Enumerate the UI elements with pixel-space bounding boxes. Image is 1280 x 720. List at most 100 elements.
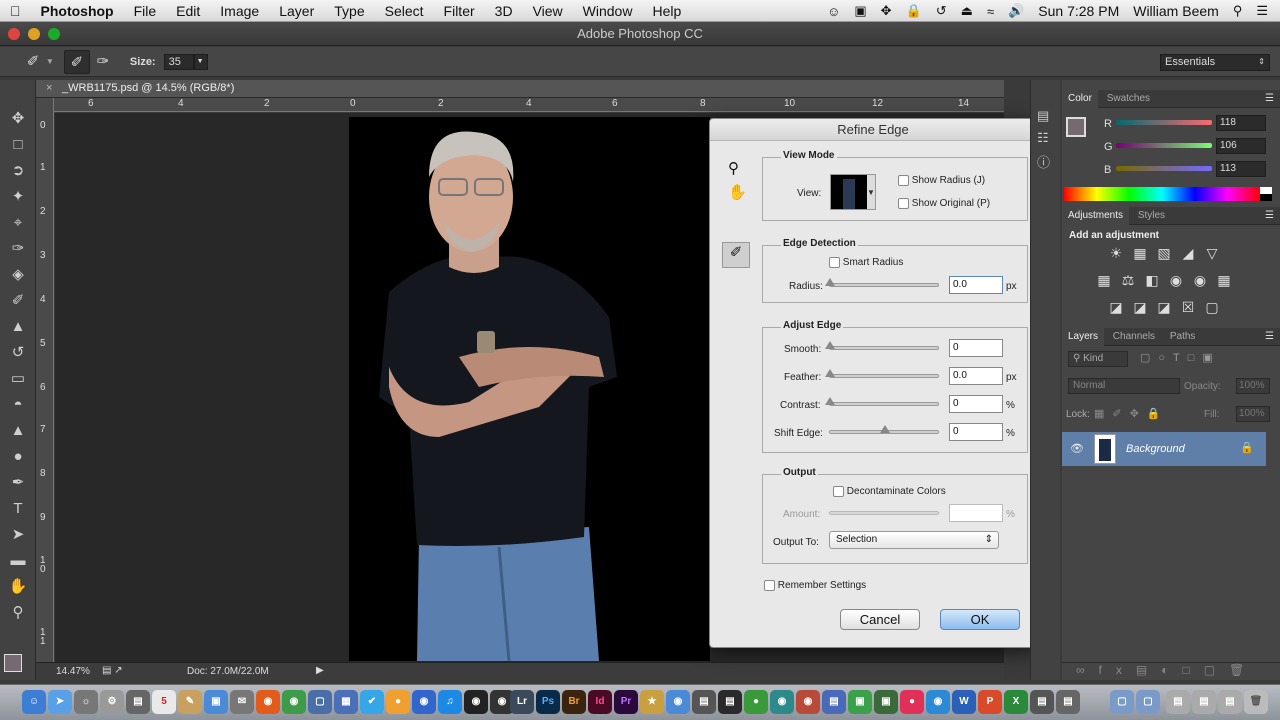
finder-folder-icon[interactable]: ▢	[308, 690, 332, 714]
g-slider[interactable]	[1116, 143, 1212, 148]
play-icon[interactable]: ▶	[316, 665, 324, 676]
eraser-tool-icon[interactable]: ▭	[4, 366, 32, 392]
levels-icon[interactable]: ▦	[1130, 245, 1150, 262]
spotlight-icon[interactable]: ⚲	[1233, 3, 1243, 19]
document-stack-icon[interactable]: ▤	[1192, 690, 1216, 714]
type-tool-icon[interactable]: T	[4, 496, 32, 522]
menu-edit[interactable]: Edit	[166, 3, 210, 19]
time-machine-icon[interactable]: ↺	[936, 3, 947, 19]
ok-button[interactable]: OK	[940, 609, 1020, 630]
menu-select[interactable]: Select	[375, 3, 434, 19]
decontaminate-option[interactable]: Decontaminate Colors	[833, 486, 946, 497]
show-radius-checkbox[interactable]	[898, 175, 909, 186]
foreground-color-swatch[interactable]	[4, 654, 22, 672]
smooth-input[interactable]: 0	[949, 339, 1003, 357]
color-lookup-icon[interactable]: ▦	[1214, 272, 1234, 289]
layers-footer-icons[interactable]: ∞fx▤◐□▢🗑	[1062, 662, 1280, 680]
smooth-slider[interactable]	[825, 341, 939, 350]
blur-tool-icon[interactable]: ▲	[4, 418, 32, 444]
marquee-tool-icon[interactable]: □	[4, 132, 32, 158]
layer-name[interactable]: Background	[1126, 443, 1185, 455]
feather-input[interactable]: 0.0	[949, 367, 1003, 385]
slider-thumb[interactable]	[825, 397, 835, 405]
b-slider[interactable]	[1116, 166, 1212, 171]
tab-channels[interactable]: Channels	[1107, 328, 1161, 346]
document-stack-icon[interactable]: ▤	[1218, 690, 1242, 714]
menu-help[interactable]: Help	[642, 3, 691, 19]
app-icon[interactable]: ▤	[1056, 690, 1080, 714]
system-preferences-icon[interactable]: ⚙	[100, 690, 124, 714]
shift-edge-slider[interactable]	[829, 425, 939, 434]
r-input[interactable]: 118	[1216, 115, 1266, 131]
radius-input[interactable]: 0.0	[949, 276, 1003, 294]
activity-icon[interactable]: ▤	[126, 690, 150, 714]
blend-mode-select[interactable]: Normal	[1068, 378, 1180, 394]
aperture-icon[interactable]: ◉	[464, 690, 488, 714]
tab-paths[interactable]: Paths	[1164, 328, 1202, 346]
show-original-option[interactable]: Show Original (P)	[898, 198, 990, 209]
firefox-icon[interactable]: ◉	[256, 690, 280, 714]
finder-icon[interactable]: ☺	[22, 690, 46, 714]
eject-icon[interactable]: ⏏	[961, 3, 973, 19]
menu-app-name[interactable]: Photoshop	[31, 3, 124, 19]
pen-tool-icon[interactable]: ✒	[4, 470, 32, 496]
panel-menu-icon[interactable]: ☰	[1265, 207, 1274, 225]
path-selection-tool-icon[interactable]: ➤	[4, 522, 32, 548]
calendar-icon[interactable]: 5	[152, 690, 176, 714]
notes-icon[interactable]: ✎	[178, 690, 202, 714]
exposure-icon[interactable]: ◢	[1178, 245, 1198, 262]
gradient-map-icon[interactable]: ▢	[1202, 299, 1222, 316]
layer-row-background[interactable]: 👁 Background 🔒	[1062, 432, 1266, 466]
app-icon[interactable]: ◉	[666, 690, 690, 714]
move-icon[interactable]: ✥	[881, 3, 892, 19]
photo-filter-icon[interactable]: ◉	[1166, 272, 1186, 289]
color-balance-icon[interactable]: ⚖	[1118, 272, 1138, 289]
slider-thumb[interactable]	[880, 425, 890, 433]
apple-icon[interactable]: 	[0, 3, 31, 19]
app-icon[interactable]: ◉	[796, 690, 820, 714]
menu-image[interactable]: Image	[210, 3, 269, 19]
b-input[interactable]: 113	[1216, 161, 1266, 177]
hand-tool-icon[interactable]: ✋	[728, 183, 747, 201]
contrast-input[interactable]: 0	[949, 395, 1003, 413]
radius-slider[interactable]	[825, 278, 939, 287]
premiere-icon[interactable]: Pr	[614, 690, 638, 714]
excel-icon[interactable]: X	[1004, 690, 1028, 714]
channel-mixer-icon[interactable]: ◉	[1190, 272, 1210, 289]
properties-panel-icon[interactable]: ☷	[1037, 130, 1054, 146]
chrome-icon[interactable]: ◉	[282, 690, 306, 714]
color-spectrum[interactable]	[1064, 187, 1260, 201]
kindle-icon[interactable]: ▤	[718, 690, 742, 714]
brightness-contrast-icon[interactable]: ☀	[1106, 245, 1126, 262]
visibility-eye-icon[interactable]: 👁	[1070, 442, 1084, 455]
tab-color[interactable]: Color	[1062, 90, 1098, 108]
rectangle-tool-icon[interactable]: ▬	[4, 548, 32, 574]
app-gold-icon[interactable]: ★	[640, 690, 664, 714]
menubar-clock[interactable]: Sun 7:28 PM	[1038, 3, 1119, 19]
remember-settings-option[interactable]: Remember Settings	[764, 580, 866, 591]
output-to-select[interactable]: Selection ⇕	[829, 531, 999, 549]
panel-menu-icon[interactable]: ☰	[1265, 328, 1274, 346]
app-icon[interactable]: ●	[900, 690, 924, 714]
panel-menu-icon[interactable]: ☰	[1265, 90, 1274, 108]
dodge-tool-icon[interactable]: ●	[4, 444, 32, 470]
refine-radius-tool-icon[interactable]: ✐	[722, 242, 750, 268]
app-blue-icon[interactable]: ◉	[412, 690, 436, 714]
eyedropper-tool-icon[interactable]: ✑	[4, 236, 32, 262]
workspace-select[interactable]: Essentials ⇕	[1160, 54, 1270, 71]
menubar-user[interactable]: William Beem	[1133, 3, 1219, 19]
smart-radius-checkbox[interactable]	[829, 257, 840, 268]
invert-icon[interactable]: ◪	[1106, 299, 1126, 316]
indesign-icon[interactable]: Id	[588, 690, 612, 714]
menu-layer[interactable]: Layer	[269, 3, 324, 19]
evernote-icon[interactable]: ☺	[827, 4, 840, 19]
safari-icon[interactable]: ☼	[74, 690, 98, 714]
g-input[interactable]: 106	[1216, 138, 1266, 154]
foreground-color-swatch[interactable]	[1066, 117, 1086, 137]
lightroom-icon[interactable]: Lr	[510, 690, 534, 714]
show-original-checkbox[interactable]	[898, 198, 909, 209]
smart-radius-option[interactable]: Smart Radius	[829, 257, 903, 268]
lock-icons[interactable]: ▦✐✥🔒	[1094, 407, 1169, 420]
zoom-level[interactable]: 14.47%	[56, 666, 90, 677]
view-mode-thumbnail[interactable]: ▼	[830, 174, 876, 210]
